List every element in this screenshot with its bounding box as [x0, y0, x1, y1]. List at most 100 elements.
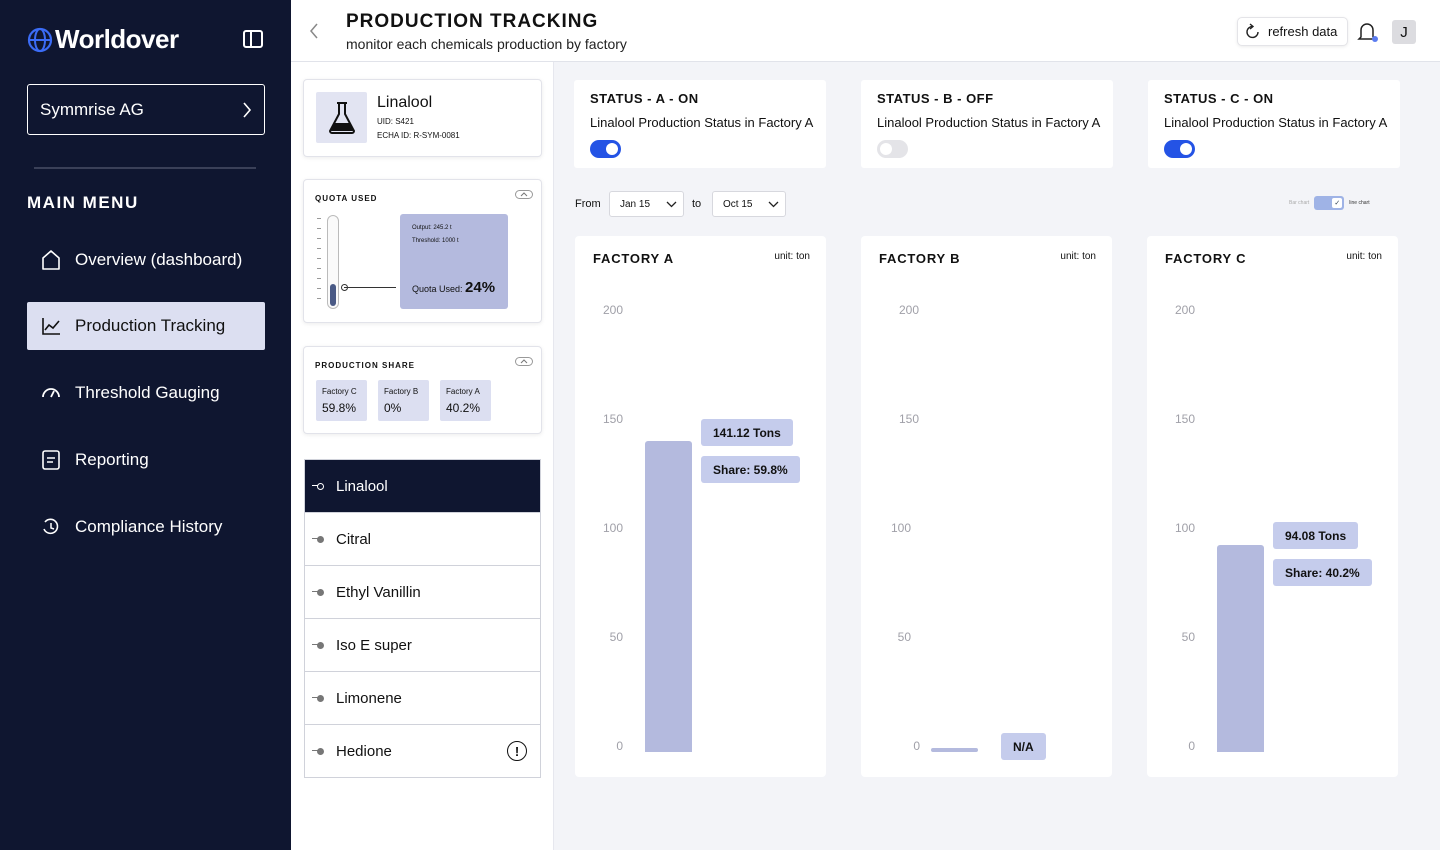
quota-title: QUOTA USED — [315, 194, 378, 203]
list-item-label: Iso E super — [336, 636, 412, 654]
sidebar-item-label: Overview (dashboard) — [75, 250, 243, 269]
chemical-list-item-limonene[interactable]: Limonene — [305, 672, 540, 725]
quota-info-box: Output: 245.2 t Threshold: 1000 t Quota … — [400, 214, 508, 309]
sidebar-item-compliance-history[interactable]: Compliance History — [27, 503, 265, 551]
value-label: 141.12 Tons — [701, 419, 793, 446]
factory-a-chart: FACTORY A unit: ton 200 150 100 50 0 141… — [575, 236, 826, 777]
refresh-icon — [1246, 22, 1259, 38]
sidebar-item-reporting[interactable]: Reporting — [27, 436, 265, 484]
status-title: STATUS - C - ON — [1164, 91, 1274, 106]
factory-c-chart: FACTORY C unit: ton 200 150 100 50 0 94.… — [1147, 236, 1398, 777]
sidebar-toggle-icon[interactable] — [243, 30, 263, 48]
chemical-list: Linalool Citral Ethyl Vanillin Iso E sup… — [304, 459, 541, 778]
sidebar-item-production-tracking[interactable]: Production Tracking — [27, 302, 265, 350]
y-tick-label: 50 — [897, 630, 911, 644]
quota-gauge — [327, 215, 339, 309]
sidebar-item-label: Threshold Gauging — [75, 383, 220, 402]
chemical-list-item-ethyl-vanillin[interactable]: Ethyl Vanillin — [305, 566, 540, 619]
y-tick-label: 200 — [898, 303, 919, 317]
gauge-icon — [39, 381, 63, 405]
quota-gauge-fill — [330, 284, 336, 306]
share-title: PRODUCTION SHARE — [315, 361, 416, 370]
chevron-down-icon — [769, 201, 779, 207]
chemical-list-item-hedione[interactable]: Hedione ! — [305, 725, 540, 777]
from-date-select[interactable]: Jan 15 — [609, 191, 684, 217]
y-tick-label: 50 — [609, 630, 623, 644]
chemical-list-item-iso-e-super[interactable]: Iso E super — [305, 619, 540, 672]
quota-used-card: QUOTA USED Output: 245.2 t Threshold: 10… — [303, 179, 542, 323]
gauge-tick — [317, 238, 321, 239]
factory-c-bar[interactable] — [1217, 544, 1264, 752]
quota-used-value: 24% — [465, 279, 496, 296]
to-date-select[interactable]: Oct 15 — [712, 191, 786, 217]
status-card-b: STATUS - B - OFF Linalool Production Sta… — [861, 80, 1113, 168]
factory-b-bar[interactable] — [931, 748, 978, 752]
y-tick-label: 100 — [1174, 521, 1195, 535]
list-item-label: Hedione — [336, 742, 392, 760]
app-logo[interactable]: Worldover — [27, 24, 179, 55]
chart-type-switch[interactable]: ✓ — [1314, 196, 1345, 210]
status-card-a: STATUS - A - ON Linalool Production Stat… — [574, 80, 826, 168]
status-toggle-c[interactable] — [1164, 140, 1195, 158]
list-item-label: Limonene — [336, 689, 402, 707]
org-selector[interactable]: Symmrise AG — [27, 84, 265, 135]
page-subtitle: monitor each chemicals production by fac… — [346, 36, 627, 52]
list-item-label: Linalool — [336, 477, 388, 495]
status-card-c: STATUS - C - ON Linalool Production Stat… — [1148, 80, 1400, 168]
bar-chart-label: Bar chart — [1289, 200, 1310, 206]
sidebar-item-label: Compliance History — [75, 517, 223, 536]
sidebar-item-overview[interactable]: Overview (dashboard) — [27, 236, 265, 284]
check-icon: ✓ — [1332, 198, 1343, 208]
gauge-tick — [317, 248, 321, 249]
y-tick-label: 0 — [1188, 739, 1195, 753]
refresh-label: refresh data — [1268, 24, 1338, 39]
chemical-name: Linalool — [377, 94, 433, 111]
quota-used-text: Quota Used: 24% — [412, 279, 495, 296]
bullet-icon — [312, 536, 324, 543]
chemical-list-item-citral[interactable]: Citral — [305, 513, 540, 566]
sidebar-divider — [34, 167, 256, 169]
sidebar: Worldover Symmrise AG MAIN MENU Overview… — [0, 0, 291, 850]
bullet-icon — [312, 483, 324, 490]
chemical-list-item-linalool[interactable]: Linalool — [305, 460, 540, 513]
value-label: 94.08 Tons — [1273, 522, 1359, 549]
collapse-quota-button[interactable] — [515, 190, 533, 199]
chart-unit: unit: ton — [1060, 251, 1096, 262]
factory-a-bar[interactable] — [645, 440, 692, 752]
toggle-knob — [880, 143, 892, 155]
gauge-leader-line — [344, 287, 396, 288]
bullet-icon — [312, 589, 324, 596]
status-toggle-b[interactable] — [877, 140, 908, 158]
collapse-share-button[interactable] — [515, 357, 533, 366]
gauge-tick — [317, 228, 321, 229]
notification-bell-icon[interactable] — [1356, 20, 1380, 44]
line-chart-label: line chart — [1349, 200, 1370, 206]
chart-unit: unit: ton — [1346, 251, 1382, 262]
bullet-icon — [312, 642, 324, 649]
org-name: Symmrise AG — [40, 99, 144, 119]
sidebar-item-threshold-gauging[interactable]: Threshold Gauging — [27, 369, 265, 417]
home-icon — [39, 248, 63, 272]
status-toggle-a[interactable] — [590, 140, 621, 158]
flask-icon — [316, 92, 367, 143]
chemical-panel: Linalool UID: S421 ECHA ID: R-SYM-0081 Q… — [291, 62, 554, 850]
sidebar-item-label: Reporting — [75, 450, 149, 469]
sidebar-item-label: Production Tracking — [75, 316, 226, 335]
chart-type-toggle[interactable]: Bar chart ✓ line chart — [1289, 196, 1370, 210]
back-chevron-icon[interactable] — [309, 22, 319, 40]
share-chip-factory-c: Factory C 59.8% — [316, 380, 367, 421]
user-avatar[interactable]: J — [1392, 20, 1416, 44]
gauge-tick — [317, 288, 321, 289]
y-tick-label: 100 — [602, 521, 623, 535]
y-tick-label: 0 — [616, 739, 623, 753]
share-chip-factory-b: Factory B 0% — [378, 380, 429, 421]
quota-used-label: Quota Used: — [412, 284, 463, 294]
gauge-tick — [317, 298, 321, 299]
refresh-data-button[interactable]: refresh data — [1237, 17, 1349, 46]
chart-title: FACTORY C — [1165, 251, 1247, 266]
app-name: Worldover — [55, 24, 179, 54]
history-icon — [39, 515, 63, 539]
gauge-tick — [317, 218, 321, 219]
share-label: Share: 59.8% — [701, 456, 800, 483]
status-title: STATUS - B - OFF — [877, 91, 994, 106]
